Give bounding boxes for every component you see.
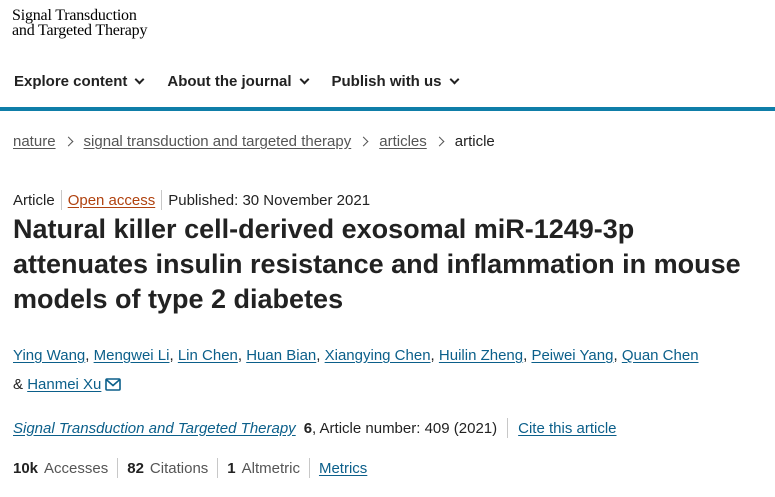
chevron-right-icon (434, 136, 445, 147)
citations-count: 82 (127, 459, 144, 477)
author-link[interactable]: Huilin Zheng (439, 347, 523, 364)
breadcrumb: nature signal transduction and targeted … (13, 133, 495, 150)
author-and: & (13, 376, 24, 393)
metrics-divider (117, 458, 119, 478)
author-link[interactable]: Mengwei Li (94, 347, 170, 364)
metrics-divider (308, 458, 310, 478)
citations-label: Citations (149, 459, 209, 477)
article-title: Natural killer cell-derived exosomal miR… (13, 214, 741, 314)
journal-logo[interactable]: Signal Transduction and Targeted Therapy (12, 7, 148, 39)
chevron-right-icon (63, 136, 73, 147)
open-access-link[interactable]: Open access (68, 192, 156, 209)
cite-this-article-link[interactable]: Cite this article (518, 420, 616, 437)
metrics-bar: 10k Accesses 82 Citations 1 Altmetric Me… (13, 458, 367, 478)
author-link[interactable]: Xiangying Chen (325, 347, 431, 364)
citation-bar: Signal Transduction and Targeted Therapy… (13, 418, 617, 438)
altmetric-label: Altmetric (241, 459, 300, 477)
journal-link[interactable]: Signal Transduction and Targeted Therapy (13, 420, 296, 437)
author-separator: , (237, 347, 243, 364)
chevron-down-icon (134, 74, 145, 84)
author-separator: , (613, 347, 618, 364)
main-nav: Explore content About the journal Publis… (0, 60, 775, 102)
article-meta: Article Open access Published: 30 Novemb… (13, 190, 370, 210)
nav-label: Explore content (14, 72, 128, 90)
author-separator: , (430, 347, 435, 364)
altmetric-count: 1 (227, 459, 236, 477)
citation-divider (507, 418, 509, 438)
meta-divider (161, 190, 163, 210)
author-separator: , (169, 347, 174, 364)
journal-logo-line1: Signal Transduction (12, 7, 137, 24)
author-separator: , (85, 347, 90, 364)
article-number: , Article number: 409 (2021) (312, 419, 498, 437)
chevron-down-icon (449, 74, 459, 84)
published-date: Published: 30 November 2021 (168, 191, 371, 209)
nav-label: About the journal (167, 72, 292, 90)
breadcrumb-articles[interactable]: articles (379, 133, 427, 150)
author-list: Ying Wang, Mengwei Li, Lin Chen, Huan Bi… (13, 341, 753, 399)
author-link[interactable]: Huan Bian (246, 347, 316, 364)
author-link[interactable]: Ying Wang (13, 347, 85, 364)
author-link[interactable]: Peiwei Yang (531, 347, 613, 364)
envelope-icon[interactable] (105, 378, 122, 391)
accesses-label: Accesses (44, 459, 109, 477)
author-link[interactable]: Hanmei Xu (27, 376, 101, 393)
article-type: Article (13, 191, 55, 209)
author-separator: , (316, 347, 321, 364)
nav-label: Publish with us (331, 72, 442, 90)
metrics-link[interactable]: Metrics (319, 460, 367, 477)
nav-divider (0, 107, 775, 111)
meta-divider (60, 190, 62, 210)
breadcrumb-nature[interactable]: nature (13, 133, 56, 150)
breadcrumb-current: article (454, 133, 495, 150)
volume-number: 6 (303, 419, 313, 437)
nav-explore-content[interactable]: Explore content (14, 72, 145, 90)
nav-publish-with-us[interactable]: Publish with us (331, 72, 459, 90)
author-link[interactable]: Quan Chen (622, 347, 699, 364)
metrics-divider (217, 458, 219, 478)
author-link[interactable]: Lin Chen (178, 347, 238, 364)
accesses-count: 10k (13, 459, 39, 477)
breadcrumb-journal[interactable]: signal transduction and targeted therapy (84, 133, 352, 150)
author-separator: , (523, 347, 528, 364)
nav-about-the-journal[interactable]: About the journal (167, 72, 309, 90)
chevron-right-icon (358, 136, 369, 147)
journal-logo-line2: and Targeted Therapy (12, 22, 148, 39)
chevron-down-icon (299, 74, 309, 84)
